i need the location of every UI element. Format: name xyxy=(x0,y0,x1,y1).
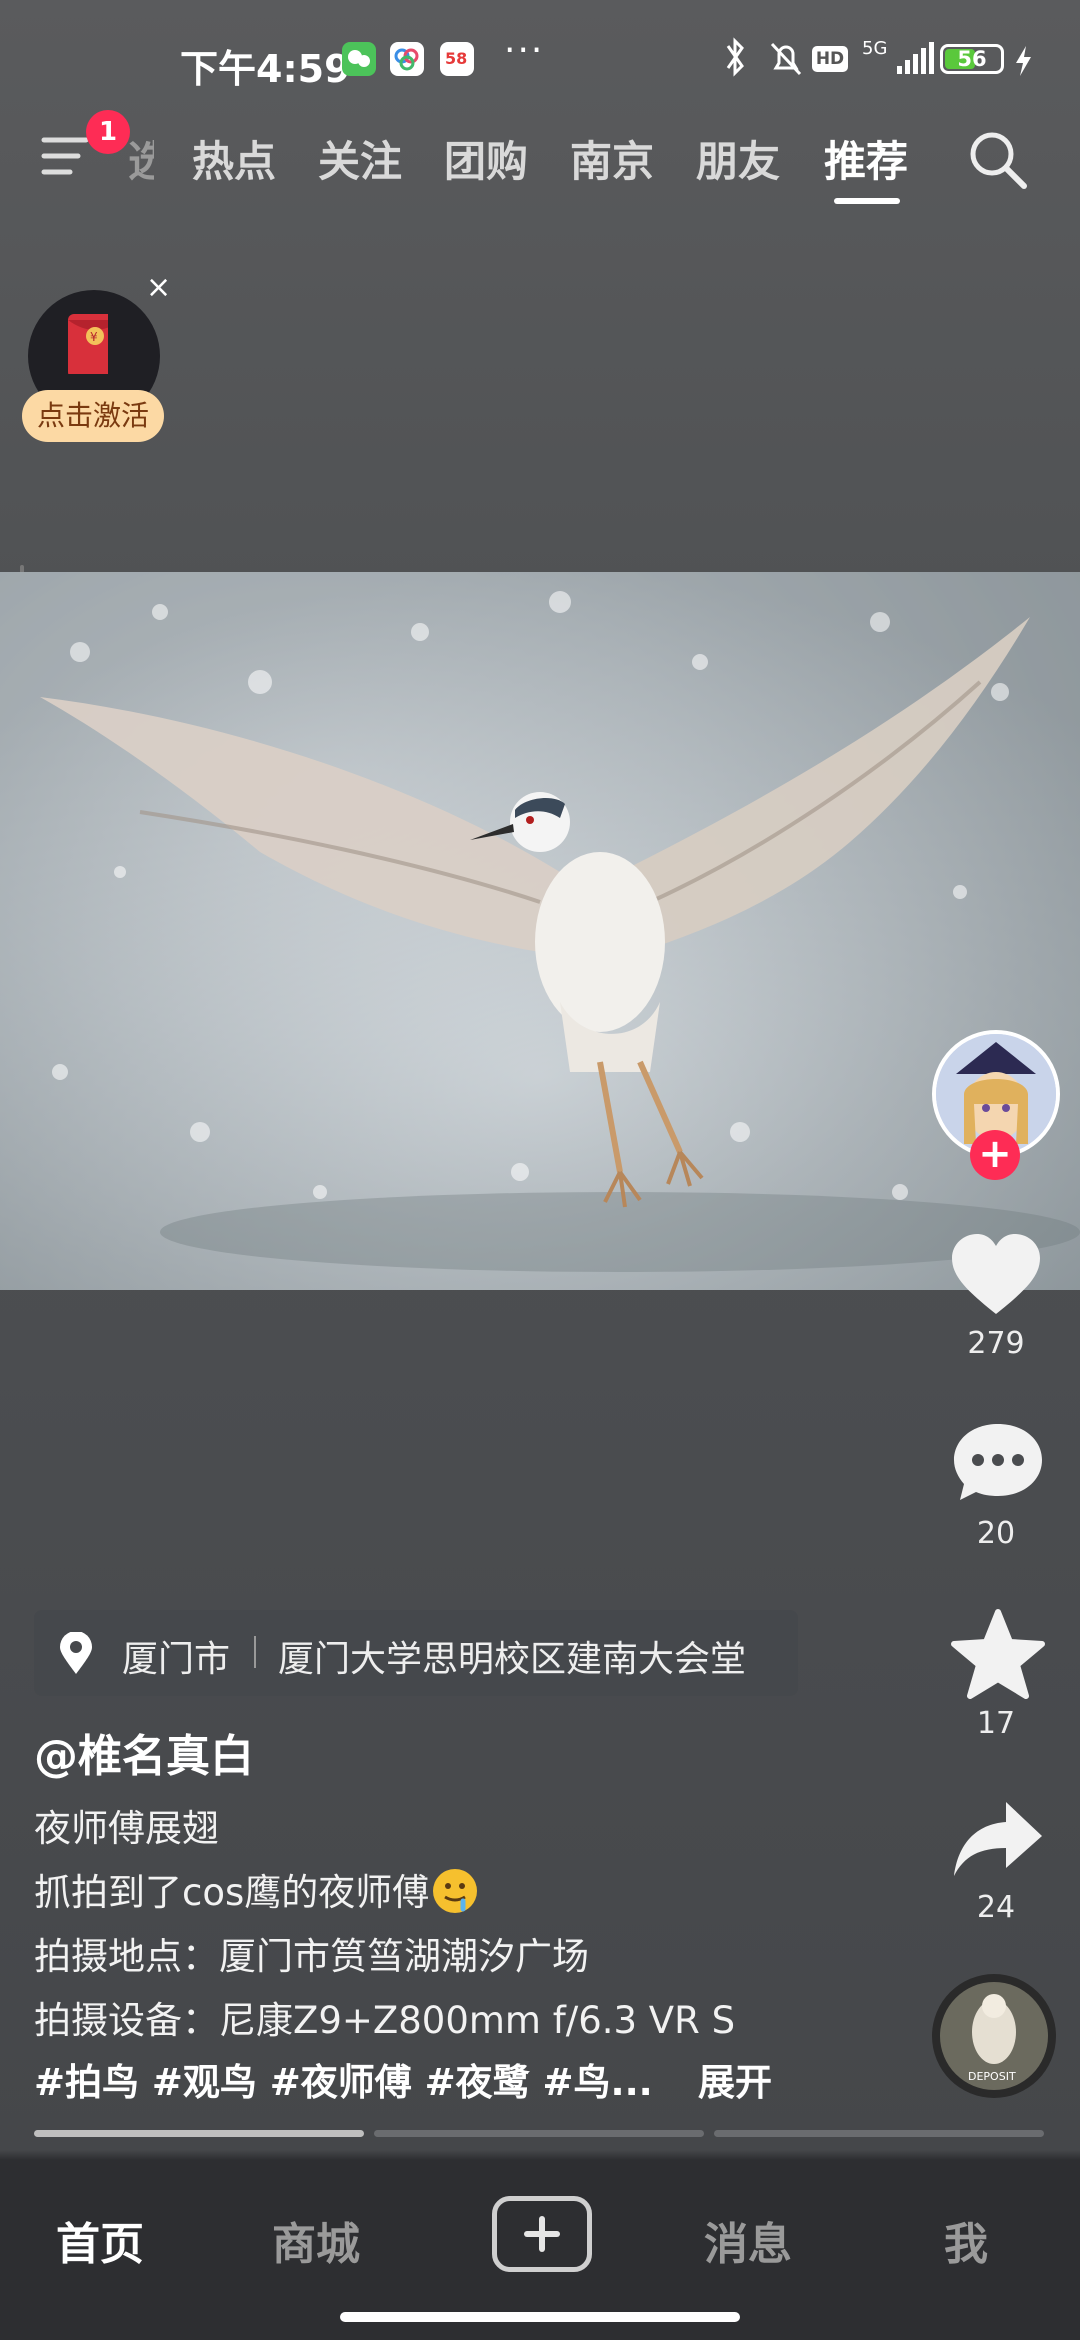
progress-segment-2 xyxy=(374,2130,704,2137)
nav-home[interactable]: 首页 xyxy=(56,2208,144,2272)
bluetooth-icon xyxy=(720,36,750,82)
author-name[interactable]: @椎名真白 xyxy=(34,1720,254,1784)
charging-bolt-icon xyxy=(1012,44,1034,82)
cloud-app-icon xyxy=(390,42,424,76)
envelope-symbol: ¥ xyxy=(90,330,98,344)
like-count: 279 xyxy=(967,1326,1025,1361)
top-navigation xyxy=(0,120,1080,240)
menu-icon[interactable] xyxy=(40,130,94,186)
active-tab-indicator xyxy=(834,198,900,204)
network-label: 5G xyxy=(862,38,888,59)
location-city: 厦门市 xyxy=(122,1639,231,1680)
comment-count: 20 xyxy=(976,1516,1016,1551)
tab-partial[interactable]: 选 xyxy=(128,128,154,189)
comment-button[interactable] xyxy=(950,1418,1046,1510)
caption-line-2: 抓拍到了cos鹰的夜师傅 xyxy=(34,1862,478,1916)
expand-button[interactable]: 展开 xyxy=(698,2052,772,2106)
notification-badge: 1 xyxy=(86,110,130,154)
home-indicator xyxy=(340,2312,740,2322)
comment-icon xyxy=(954,1424,1042,1500)
nav-messages[interactable]: 消息 xyxy=(704,2208,792,2272)
tab-recommended[interactable]: 推荐 xyxy=(824,128,908,189)
battery-icon: 56 xyxy=(940,44,1004,74)
svg-text:58: 58 xyxy=(445,49,467,68)
caption-line-3: 拍摄地点：厦门市筼筜湖潮汐广场 xyxy=(34,1935,589,1978)
share-arrow-icon xyxy=(954,1802,1042,1876)
caption-line-1: 夜师傅展翅 xyxy=(34,1807,219,1850)
heart-icon xyxy=(952,1234,1040,1314)
tab-group-buy[interactable]: 团购 xyxy=(444,128,528,189)
hd-badge: HD xyxy=(812,46,848,72)
caption-line-4: 拍摄设备：尼康Z9+Z800mm f/6.3 VR S xyxy=(34,1999,736,2042)
share-button[interactable] xyxy=(950,1796,1046,1884)
plus-icon xyxy=(524,2216,560,2252)
status-time: 下午4:59 xyxy=(180,47,351,91)
red-envelope-icon: ¥ xyxy=(68,314,108,374)
tab-nanjing[interactable]: 南京 xyxy=(570,128,654,189)
progress-segment-1 xyxy=(34,2130,364,2137)
drooling-face-emoji xyxy=(433,1869,478,1913)
promo-close-icon[interactable]: × xyxy=(146,270,171,305)
caption-line-2-text: 抓拍到了cos鹰的夜师傅 xyxy=(34,1871,430,1914)
58-app-icon: 58 xyxy=(440,42,474,76)
wechat-icon xyxy=(342,42,376,76)
like-button[interactable] xyxy=(946,1230,1046,1324)
follow-button[interactable]: + xyxy=(970,1130,1020,1180)
favorite-count: 17 xyxy=(976,1706,1016,1741)
star-icon xyxy=(951,1609,1045,1699)
tab-friends[interactable]: 朋友 xyxy=(696,128,780,189)
music-disc[interactable]: DEPOSIT xyxy=(932,1974,1056,2098)
music-disc-text: DEPOSIT xyxy=(968,2070,1016,2083)
favorite-button[interactable] xyxy=(950,1608,1046,1704)
video-frame-bird-photo[interactable] xyxy=(0,572,1080,1290)
heron-image xyxy=(0,572,1080,1290)
promo-activate-button[interactable]: 点击激活 xyxy=(22,390,164,442)
tab-hot[interactable]: 热点 xyxy=(192,128,276,189)
nav-me[interactable]: 我 xyxy=(944,2208,988,2272)
bell-muted-icon xyxy=(766,38,806,82)
create-post-button[interactable] xyxy=(492,2196,592,2272)
progress-segment-3 xyxy=(714,2130,1044,2137)
music-cover-image: DEPOSIT xyxy=(940,1982,1048,2090)
location-divider xyxy=(254,1636,256,1668)
battery-percent: 56 xyxy=(957,47,987,71)
more-notifications-icon: ··· xyxy=(504,30,545,71)
hashtags[interactable]: #拍鸟 #观鸟 #夜师傅 #夜鹭 #鸟... xyxy=(34,2052,653,2106)
nav-mall[interactable]: 商城 xyxy=(272,2208,360,2272)
search-icon[interactable] xyxy=(966,128,1030,196)
tab-following[interactable]: 关注 xyxy=(318,128,402,189)
location-place: 厦门大学思明校区建南大会堂 xyxy=(278,1639,747,1680)
share-count: 24 xyxy=(976,1890,1016,1925)
location-pin-icon xyxy=(56,1631,96,1680)
signal-icon xyxy=(895,42,935,80)
status-bar: 下午4:59 58 ··· HD 5G 56 xyxy=(0,0,1080,125)
